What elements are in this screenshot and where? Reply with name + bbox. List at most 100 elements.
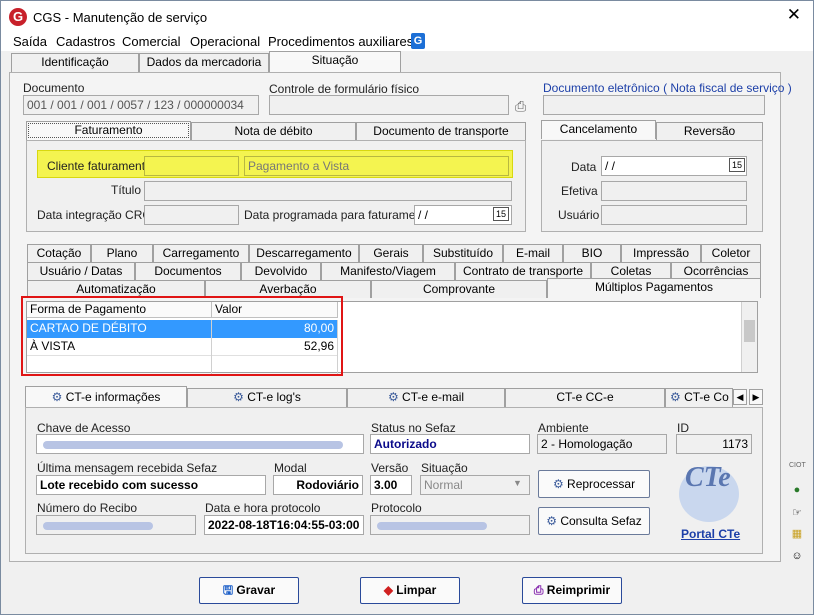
tab-comprovante[interactable]: Comprovante [371,280,547,298]
reimprimir-label: Reimprimir [546,583,611,597]
consulta-icon: ⚙ [546,514,561,528]
id-label: ID [677,421,689,435]
versao-field[interactable]: 3.00 [370,475,412,495]
redacted-blur [377,522,487,530]
recibo-label: Número do Recibo [37,501,138,515]
status-field[interactable]: Autorizado [370,434,530,454]
tab-identificacao[interactable]: Identificação [11,53,139,72]
calculator-icon[interactable]: ▦ [789,527,805,541]
tab-devolvido[interactable]: Devolvido [241,262,321,280]
app-logo-icon: G [9,8,27,26]
tab-cte-cce[interactable]: CT-e CC-e [505,388,665,408]
modal-field[interactable]: Rodoviário [273,475,363,495]
consulta-sefaz-button[interactable]: ⚙ Consulta Sefaz [538,507,650,535]
tab-documentos[interactable]: Documentos [135,262,241,280]
ultima-field[interactable]: Lote recebido com sucesso [36,475,266,495]
tab-substituido[interactable]: Substituído [423,244,503,262]
cliente-label: Cliente faturamento [47,159,152,173]
titulo-field[interactable] [144,181,512,201]
hand-icon[interactable]: ☞ [789,506,805,520]
ciot-icon[interactable]: CIOT [789,459,806,473]
reprocessar-icon: ⚙ [552,477,568,491]
menu-saida[interactable]: Saída [13,34,47,49]
tab-nota-debito[interactable]: Nota de débito [191,122,356,141]
canc-calendar-icon[interactable]: 15 [729,158,745,172]
user-icon[interactable]: ☺ [789,549,805,563]
recibo-field[interactable] [36,515,196,535]
ambiente-field[interactable]: 2 - Homologação [537,434,667,454]
controle-field[interactable] [269,95,509,115]
tab-coletor[interactable]: Coletor [701,244,761,262]
chevron-down-icon[interactable]: ▼ [513,478,522,488]
tab-impressao[interactable]: Impressão [621,244,701,262]
gravar-label: Gravar [236,583,276,597]
pagamento-field[interactable]: Pagamento a Vista [244,156,509,176]
doc-eletronico-field[interactable] [543,95,765,115]
tab-cte-logs-label: CT-e log's [247,390,301,404]
tab-plano[interactable]: Plano [91,244,153,262]
menu-cadastros[interactable]: Cadastros [56,34,115,49]
situacao-label: Situação [421,461,468,475]
portal-cte-link[interactable]: Portal CTe [681,527,740,541]
gravar-button[interactable]: 🖫 Gravar [199,577,299,604]
globe-icon[interactable]: ● [789,483,805,497]
canc-data-field[interactable]: / / [601,156,747,176]
tab-cte-co-label: CT-e Co [684,390,729,404]
datahora-field[interactable]: 2022-08-18T16:04:55-03:00 [204,515,364,535]
crc-field[interactable] [144,205,239,225]
grid-scrollbar[interactable] [741,302,757,372]
menu-operacional[interactable]: Operacional [190,34,260,49]
tab-situacao[interactable]: Situação [269,51,401,72]
close-icon[interactable]: ✕ [787,5,801,25]
tab-carregamento[interactable]: Carregamento [153,244,249,262]
protocolo-field[interactable] [370,515,530,535]
print-icon: ⎙ [533,583,547,597]
tab-scroll-left-icon[interactable]: ◀ [733,389,747,405]
tab-manifesto-viagem[interactable]: Manifesto/Viagem [321,262,455,280]
tab-cte-informacoes[interactable]: ⚙ CT-e informações [25,386,187,408]
tab-dados-mercadoria[interactable]: Dados da mercadoria [139,53,269,72]
brand-icon[interactable]: G [411,33,425,49]
tab-cte-co[interactable]: ⚙ CT-e Co [665,388,733,408]
limpar-button[interactable]: ◆ Limpar [360,577,460,604]
tab-email[interactable]: E-mail [503,244,563,262]
id-field[interactable]: 1173 [676,434,752,454]
tab-cancelamento[interactable]: Cancelamento [541,120,656,139]
tab-cte-informacoes-label: CT-e informações [65,390,161,404]
controle-label: Controle de formulário físico [269,82,420,96]
consulta-label: Consulta Sefaz [560,514,642,528]
calendar-icon[interactable]: 15 [493,207,509,221]
reimprimir-button[interactable]: ⎙ Reimprimir [522,577,622,604]
cliente-code-field[interactable] [144,156,239,176]
menu-bar: Saída Cadastros Comercial Operacional Pr… [1,33,813,51]
programada-label: Data programada para faturamento [244,208,433,222]
menu-comercial[interactable]: Comercial [122,34,181,49]
printer-icon[interactable]: ⎙ [515,98,526,115]
tab-cte-logs[interactable]: ⚙ CT-e log's [187,388,347,408]
tab-cte-email-label: CT-e e-mail [402,390,465,404]
chave-field[interactable] [36,434,364,454]
datahora-label: Data e hora protocolo [205,501,321,515]
tab-cte-email[interactable]: ⚙ CT-e e-mail [347,388,505,408]
tab-cotacao[interactable]: Cotação [27,244,91,262]
protocolo-label: Protocolo [371,501,422,515]
tab-gerais[interactable]: Gerais [359,244,423,262]
tab-documento-transporte[interactable]: Documento de transporte [356,122,526,141]
menu-procedimentos[interactable]: Procedimentos auxiliares [268,34,413,49]
documento-field[interactable]: 001 / 001 / 001 / 0057 / 123 / 000000034 [23,95,259,115]
status-label: Status no Sefaz [371,421,456,435]
tab-descarregamento[interactable]: Descarregamento [249,244,359,262]
tab-reversao[interactable]: Reversão [656,122,763,141]
pagamentos-red-highlight [21,296,343,376]
tab-scroll-right-icon[interactable]: ▶ [749,389,763,405]
efetiva-field[interactable] [601,181,747,201]
scroll-thumb[interactable] [744,320,755,342]
cte-logo-text: CTe [685,462,731,493]
tab-multiplos-pagamentos[interactable]: Múltiplos Pagamentos [547,278,761,298]
tab-bio[interactable]: BIO [563,244,621,262]
tab-usuario-datas[interactable]: Usuário / Datas [27,262,135,280]
reprocessar-button[interactable]: ⚙ Reprocessar [538,470,650,498]
tab-faturamento[interactable]: Faturamento [26,121,191,140]
cte-tab-icon: ⚙ [233,390,248,404]
usuario-field[interactable] [601,205,747,225]
